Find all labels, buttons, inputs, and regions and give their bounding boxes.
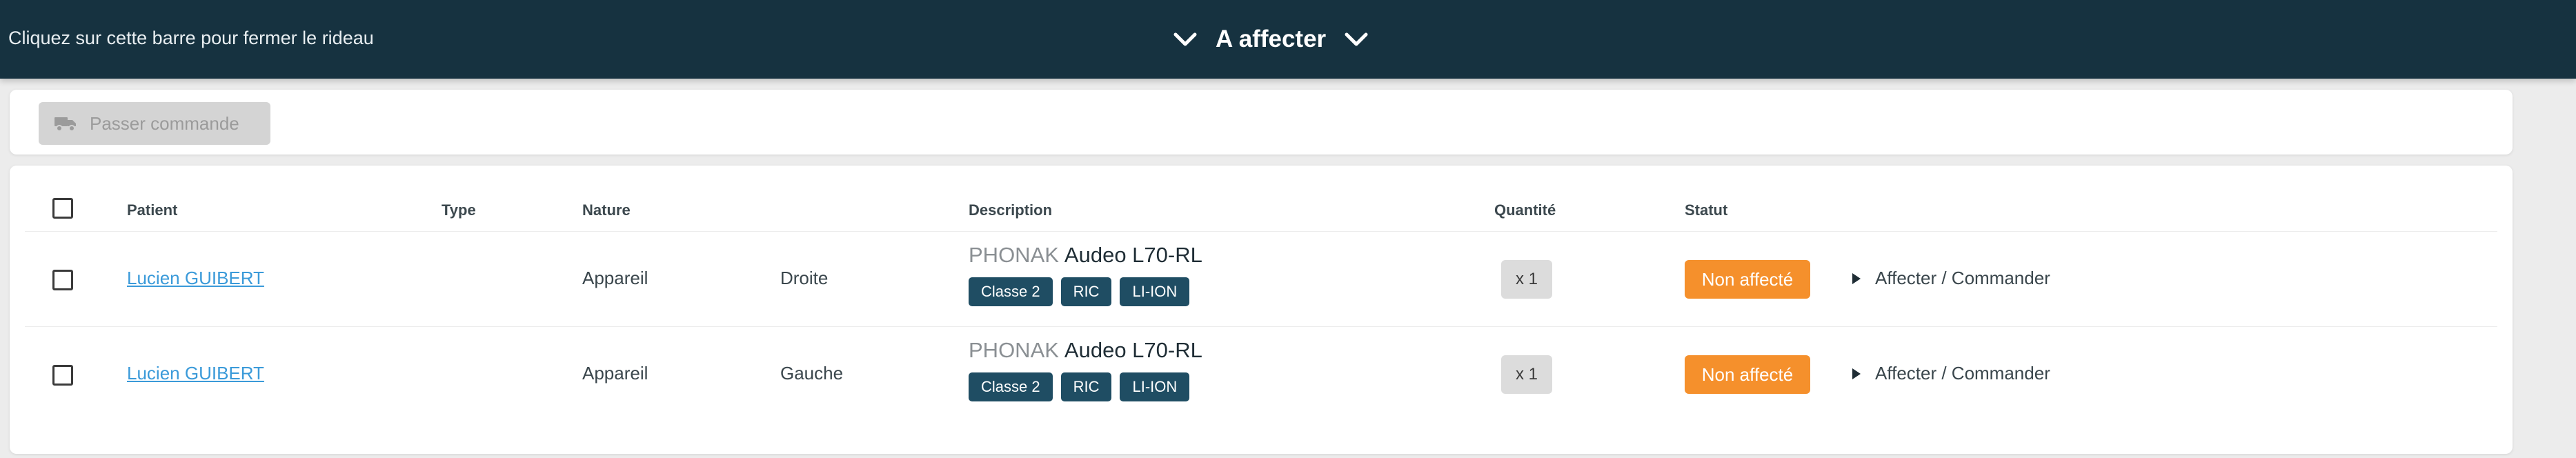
tag-battery: LI-ION bbox=[1120, 277, 1190, 306]
nature-cell: Appareil bbox=[582, 363, 648, 384]
quantity-badge: x 1 bbox=[1501, 260, 1552, 299]
description-cell: PHONAK Audeo L70-RL Classe 2 RIC LI-ION bbox=[969, 338, 1202, 401]
device-brand: PHONAK bbox=[969, 243, 1059, 267]
truck-icon bbox=[55, 117, 76, 132]
chevron-down-icon bbox=[1345, 32, 1368, 46]
side-cell: Gauche bbox=[780, 363, 844, 384]
header-quantity: Quantité bbox=[1494, 201, 1556, 219]
nature-cell: Appareil bbox=[582, 268, 648, 288]
table-header-row: Patient Type Nature Description Quantité… bbox=[25, 186, 2497, 232]
device-brand: PHONAK bbox=[969, 338, 1059, 362]
play-icon bbox=[1852, 368, 1861, 379]
toolbar-card: Passer commande bbox=[10, 90, 2513, 155]
orders-table: Patient Type Nature Description Quantité… bbox=[10, 166, 2513, 454]
header-status: Statut bbox=[1685, 201, 1728, 219]
table-row: Lucien GUIBERT Appareil Gauche PHONAK Aud… bbox=[25, 327, 2497, 422]
patient-link[interactable]: Lucien GUIBERT bbox=[127, 268, 264, 289]
header-description: Description bbox=[969, 201, 1053, 219]
row-checkbox[interactable] bbox=[52, 365, 73, 386]
place-order-button[interactable]: Passer commande bbox=[39, 102, 270, 145]
patient-link[interactable]: Lucien GUIBERT bbox=[127, 363, 264, 384]
device-model: Audeo L70-RL bbox=[1064, 243, 1202, 267]
play-icon bbox=[1852, 272, 1861, 284]
header-patient: Patient bbox=[127, 201, 178, 219]
select-all-checkbox[interactable] bbox=[52, 198, 73, 219]
status-badge: Non affecté bbox=[1685, 260, 1810, 299]
tag-class: Classe 2 bbox=[969, 372, 1053, 401]
side-cell: Droite bbox=[780, 268, 829, 288]
device-tags: Classe 2 RIC LI-ION bbox=[969, 372, 1202, 401]
row-checkbox[interactable] bbox=[52, 270, 73, 290]
curtain-title-group[interactable]: A affecter bbox=[1173, 21, 1369, 58]
assign-order-action[interactable]: Affecter / Commander bbox=[1852, 268, 2050, 289]
assign-order-action[interactable]: Affecter / Commander bbox=[1852, 363, 2050, 384]
curtain-title: A affecter bbox=[1216, 26, 1327, 52]
header-nature: Nature bbox=[582, 201, 631, 219]
device-model: Audeo L70-RL bbox=[1064, 338, 1202, 362]
chevron-down-icon bbox=[1173, 32, 1197, 46]
tag-class: Classe 2 bbox=[969, 277, 1053, 306]
header-type: Type bbox=[442, 201, 476, 219]
device-tags: Classe 2 RIC LI-ION bbox=[969, 277, 1202, 306]
curtain-toggle-bar[interactable]: Cliquez sur cette barre pour fermer le r… bbox=[0, 0, 2576, 79]
curtain-hint: Cliquez sur cette barre pour fermer le r… bbox=[8, 28, 374, 48]
table-row: Lucien GUIBERT Appareil Droite PHONAK Aud… bbox=[25, 232, 2497, 327]
status-badge: Non affecté bbox=[1685, 355, 1810, 394]
quantity-badge: x 1 bbox=[1501, 355, 1552, 394]
place-order-label: Passer commande bbox=[90, 112, 239, 134]
assign-order-label: Affecter / Commander bbox=[1875, 268, 2050, 288]
description-cell: PHONAK Audeo L70-RL Classe 2 RIC LI-ION bbox=[969, 243, 1202, 306]
tag-battery: LI-ION bbox=[1120, 372, 1190, 401]
assign-order-label: Affecter / Commander bbox=[1875, 363, 2050, 384]
tag-type: RIC bbox=[1060, 372, 1112, 401]
tag-type: RIC bbox=[1060, 277, 1112, 306]
